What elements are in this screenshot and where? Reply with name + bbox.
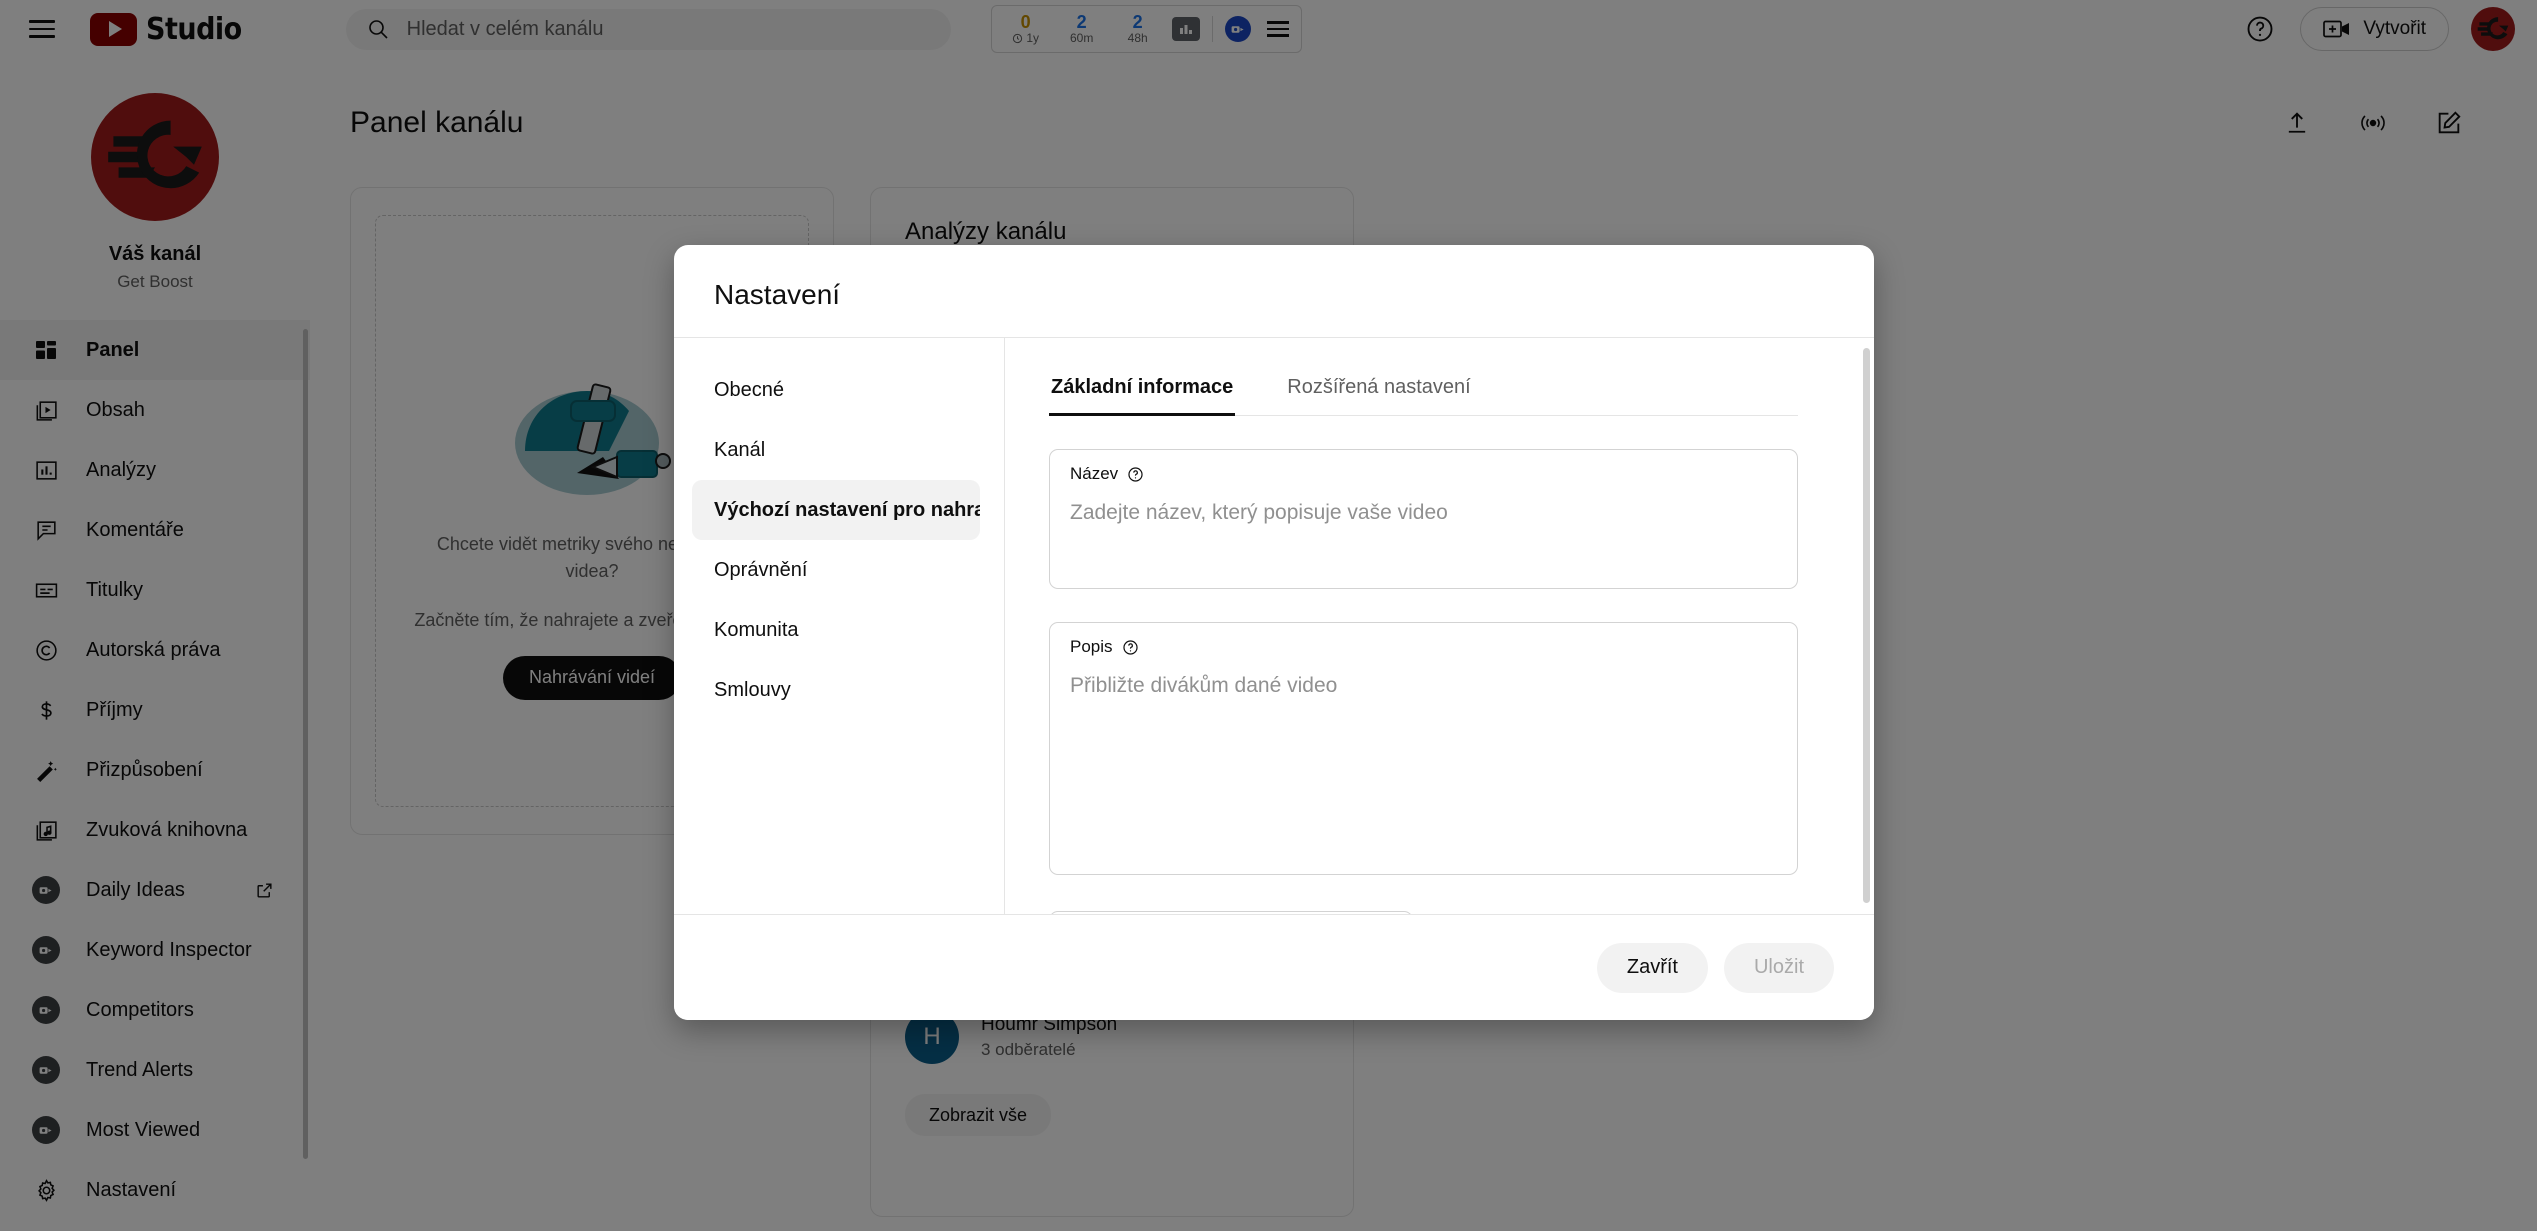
dialog-tabs: Základní informace Rozšířená nastavení [1049,358,1798,416]
title-field[interactable]: Název Zadejte název, který popisuje vaše… [1049,449,1798,589]
dialog-nav: Obecné Kanál Výchozí nastavení pro nahra… [674,338,1004,914]
dialog-nav-smlouvy[interactable]: Smlouvy [692,660,980,720]
tab-rozsirena-nastaveni[interactable]: Rozšířená nastavení [1285,358,1472,415]
dialog-body: Obecné Kanál Výchozí nastavení pro nahra… [674,337,1874,914]
description-field-placeholder: Přibližte divákům dané video [1070,674,1338,697]
dialog-nav-vychozi-nastaveni[interactable]: Výchozí nastavení pro nahra… [692,480,980,540]
dialog-footer: Zavřít Uložit [674,914,1874,1020]
dialog-title: Nastavení [714,279,841,310]
close-button[interactable]: Zavřít [1596,942,1708,993]
visibility-select[interactable]: Viditelnost Soukromé [1049,911,1413,914]
title-field-placeholder: Zadejte název, který popisuje vaše video [1070,501,1448,524]
tab-zakladni-informace[interactable]: Základní informace [1049,358,1236,416]
title-field-label: Název [1070,464,1119,483]
settings-dialog: Nastavení Obecné Kanál Výchozí nastavení… [674,245,1874,1020]
save-button[interactable]: Uložit [1723,942,1834,993]
dialog-nav-opravneni[interactable]: Oprávnění [692,540,980,600]
help-circle-icon[interactable] [1122,639,1139,656]
description-field-label: Popis [1070,637,1113,656]
dialog-content: Základní informace Rozšířená nastavení N… [1004,338,1874,914]
dialog-nav-obecne[interactable]: Obecné [692,360,980,420]
description-field[interactable]: Popis Přibližte divákům dané video [1049,622,1798,875]
dialog-content-scrollbar[interactable] [1863,348,1870,903]
help-circle-icon[interactable] [1127,466,1144,483]
dialog-nav-komunita[interactable]: Komunita [692,600,980,660]
dialog-nav-kanal[interactable]: Kanál [692,420,980,480]
